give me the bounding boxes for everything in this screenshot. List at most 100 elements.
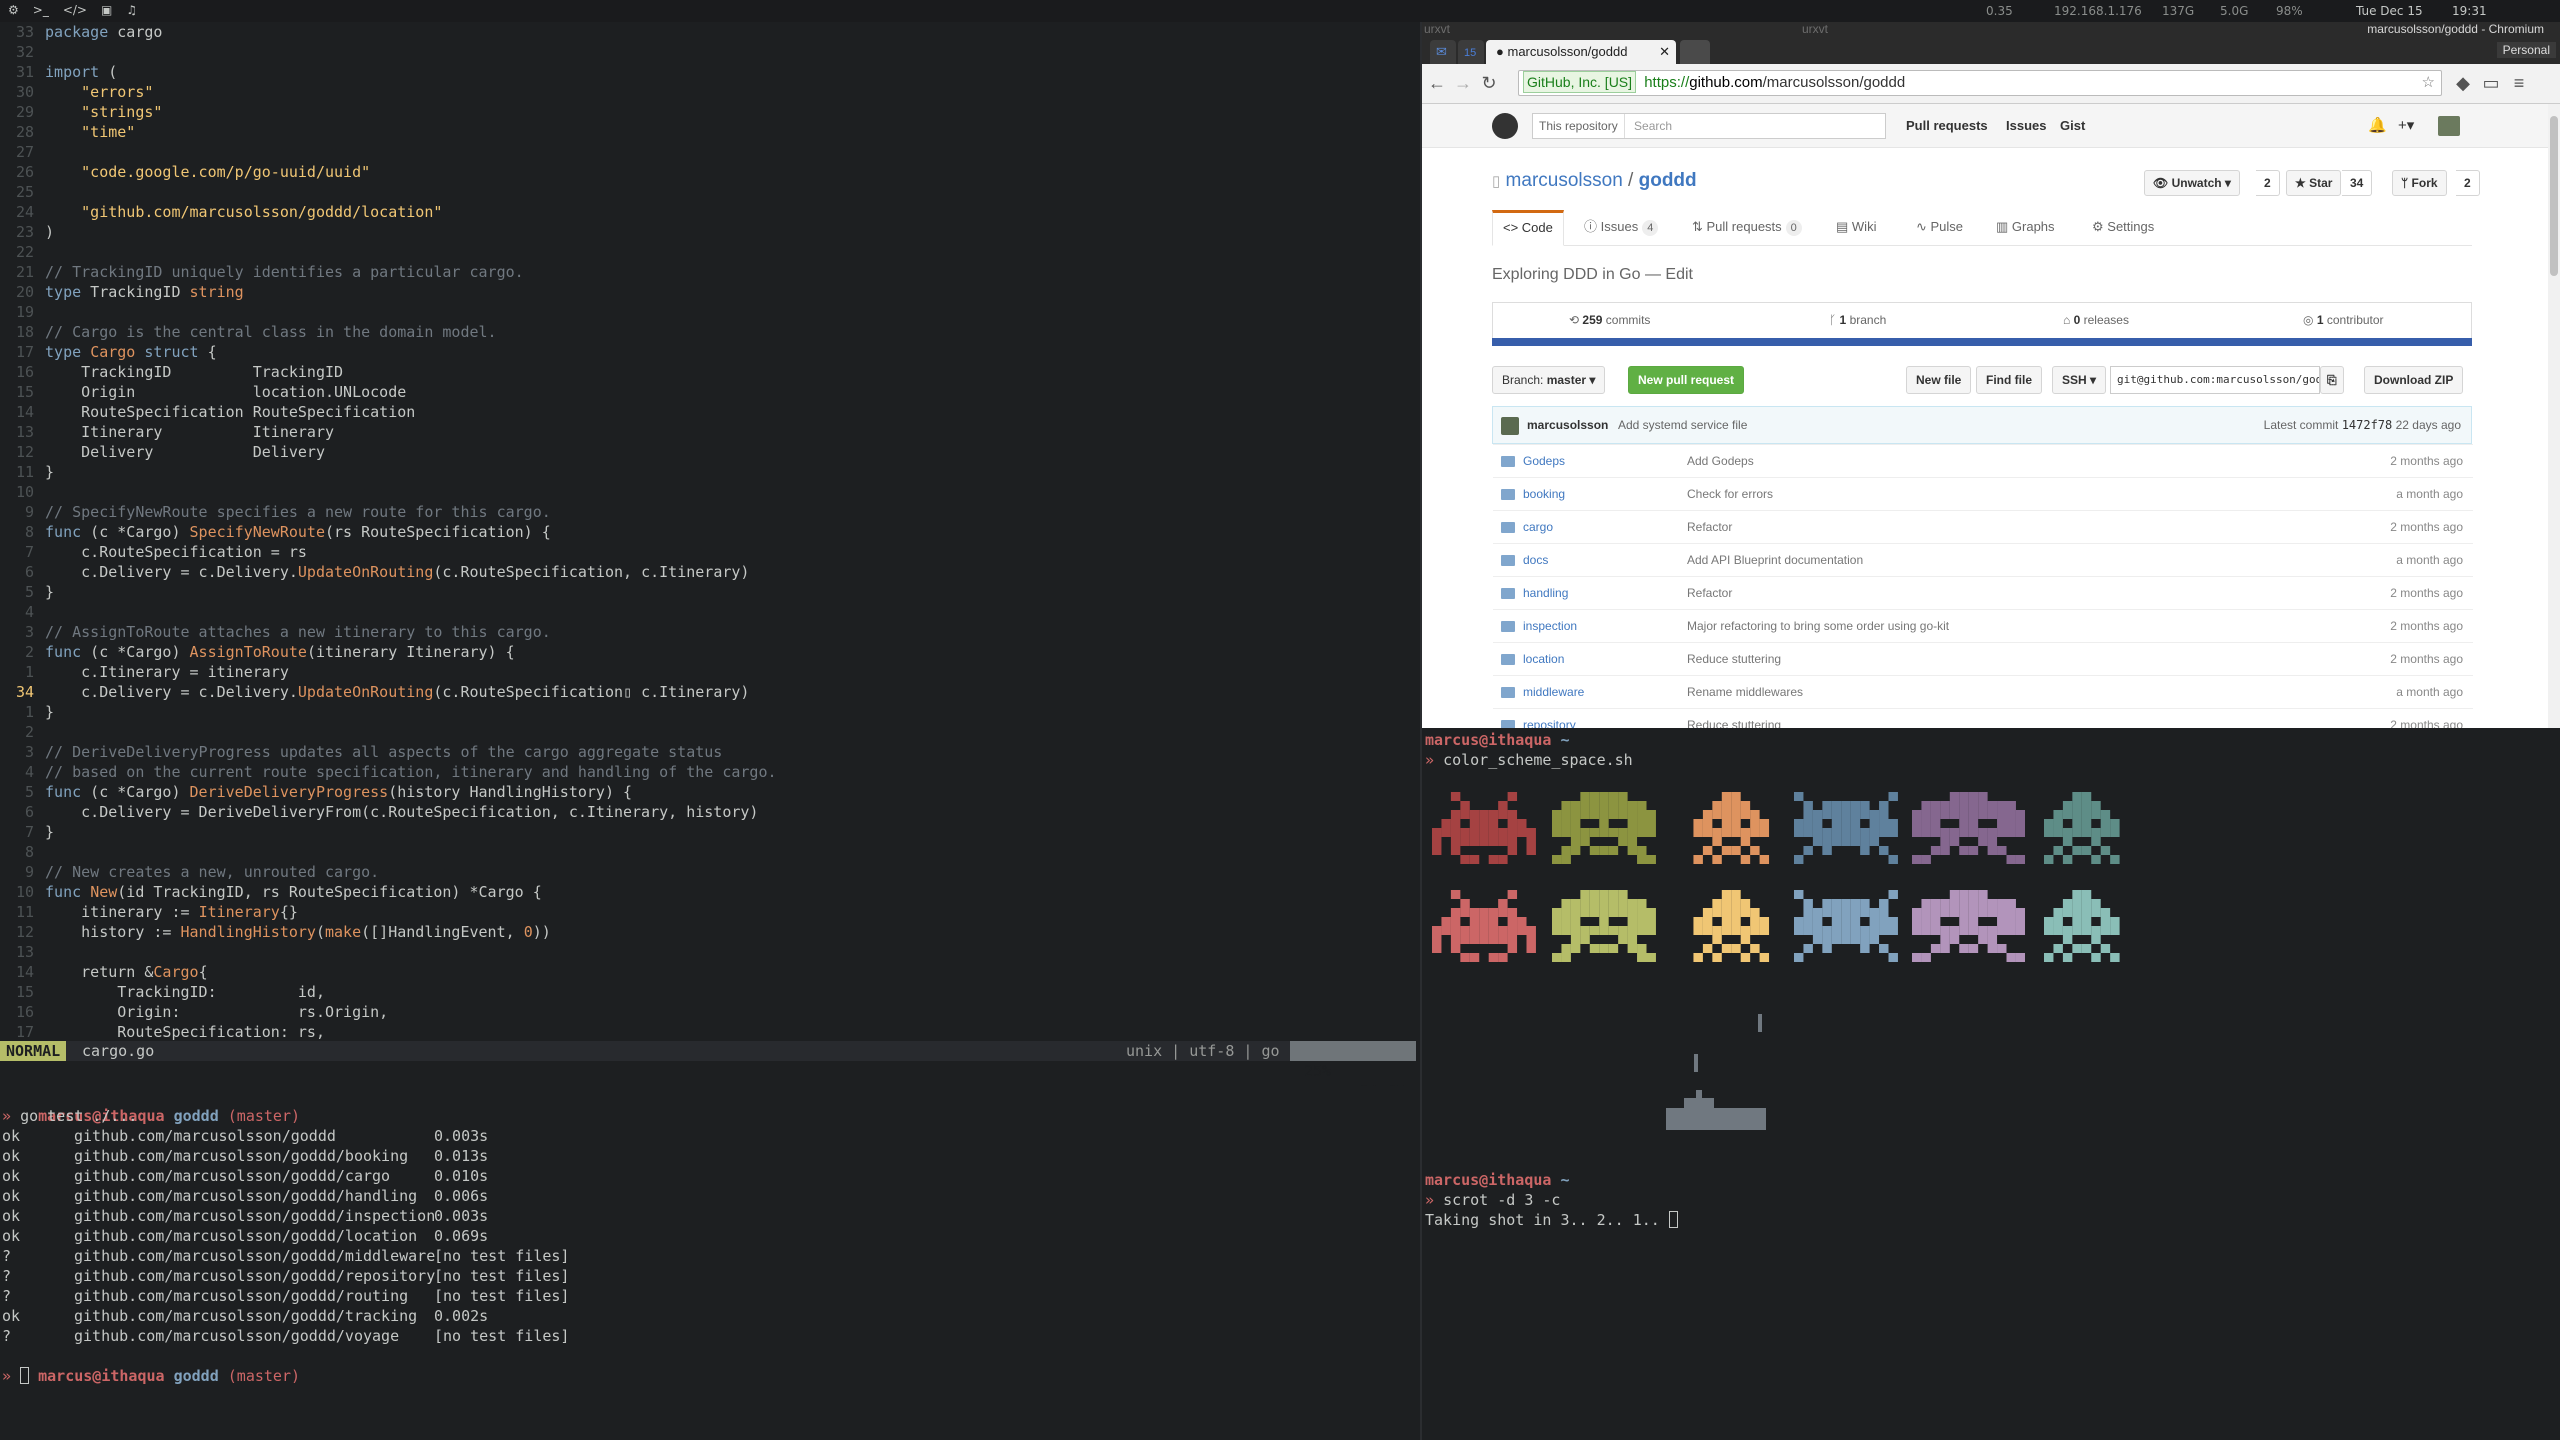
- tab-calendar[interactable]: 15: [1458, 40, 1484, 64]
- ev-certificate-badge[interactable]: GitHub, Inc. [US]: [1523, 71, 1637, 93]
- new-tab-button[interactable]: [1680, 40, 1710, 64]
- commits-link[interactable]: ⟲ 259 commits: [1569, 303, 1650, 339]
- repo-name-link[interactable]: goddd: [1639, 170, 1697, 191]
- code-line[interactable]: 15 Origin location.UNLocode: [0, 382, 406, 402]
- code-line[interactable]: 6 c.Delivery = DeriveDeliveryFrom(c.Rout…: [0, 802, 759, 822]
- commit-author[interactable]: marcusolsson: [1527, 407, 1608, 443]
- code-line[interactable]: 6 c.Delivery = c.Delivery.UpdateOnRoutin…: [0, 562, 749, 582]
- fork-count[interactable]: 2: [2456, 170, 2480, 196]
- file-commit-message[interactable]: Refactor: [1687, 511, 1732, 543]
- file-name-link[interactable]: docs: [1523, 544, 1548, 576]
- close-tab-icon[interactable]: ✕: [1659, 40, 1670, 64]
- code-line[interactable]: 22: [0, 242, 45, 262]
- code-line[interactable]: 10: [0, 482, 45, 502]
- cast-icon[interactable]: ▭: [2480, 72, 2502, 94]
- code-line[interactable]: 21 // TrackingID uniquely identifies a p…: [0, 262, 524, 282]
- code-line[interactable]: 13: [0, 942, 45, 962]
- page-scrollbar[interactable]: [2548, 104, 2560, 728]
- command-line[interactable]: »: [2, 1366, 30, 1386]
- tab-graphs[interactable]: ▥ Graphs: [1996, 210, 2055, 246]
- reload-icon[interactable]: ↻: [1478, 72, 1500, 94]
- workspace-code[interactable]: </>: [63, 3, 87, 17]
- file-name-link[interactable]: middleware: [1523, 676, 1584, 708]
- new-file-button[interactable]: New file: [1906, 366, 1972, 394]
- file-name-link[interactable]: location: [1523, 643, 1564, 675]
- code-line[interactable]: 18 // Cargo is the central class in the …: [0, 322, 497, 342]
- code-line[interactable]: 29 "strings": [0, 102, 163, 122]
- back-icon[interactable]: ←: [1426, 72, 1448, 94]
- code-line[interactable]: 1 c.Itinerary = itinerary: [0, 662, 289, 682]
- code-line[interactable]: 8: [0, 842, 45, 862]
- pocket-icon[interactable]: ◆: [2452, 72, 2474, 94]
- star-button[interactable]: ★ Star: [2286, 170, 2342, 196]
- code-line[interactable]: 27: [0, 142, 45, 162]
- file-row[interactable]: middleware Rename middlewares a month ago: [1493, 675, 2473, 708]
- terminal-go-test[interactable]: marcus@ithaqua goddd (master) » go test …: [0, 1086, 1420, 1440]
- find-file-button[interactable]: Find file: [1976, 366, 2042, 394]
- code-line[interactable]: 17 RouteSpecification: rs,: [0, 1022, 325, 1042]
- avatar[interactable]: [1501, 417, 1519, 435]
- tab-issues[interactable]: ⓘ Issues 4: [1584, 210, 1659, 246]
- code-line[interactable]: 25: [0, 182, 45, 202]
- new-pull-request-button[interactable]: New pull request: [1628, 366, 1745, 394]
- star-count[interactable]: 34: [2342, 170, 2373, 196]
- github-logo-icon[interactable]: [1492, 113, 1518, 139]
- file-name-link[interactable]: cargo: [1523, 511, 1553, 543]
- code-line[interactable]: 19: [0, 302, 45, 322]
- copy-clipboard-icon[interactable]: ⎘: [2320, 366, 2344, 394]
- tab-pulse[interactable]: ∿ Pulse: [1916, 210, 1963, 246]
- nav-gist[interactable]: Gist: [2060, 118, 2085, 133]
- address-bar[interactable]: GitHub, Inc. [US] https://github.com/mar…: [1518, 70, 2442, 96]
- code-line[interactable]: 33 package cargo: [0, 22, 163, 42]
- file-commit-message[interactable]: Major refactoring to bring some order us…: [1687, 610, 1949, 642]
- file-row[interactable]: handling Refactor 2 months ago: [1493, 576, 2473, 609]
- code-line[interactable]: 10 func New(id TrackingID, rs RouteSpeci…: [0, 882, 542, 902]
- code-line[interactable]: 9 // SpecifyNewRoute specifies a new rou…: [0, 502, 551, 522]
- code-line[interactable]: 16 TrackingID TrackingID: [0, 362, 343, 382]
- file-commit-message[interactable]: Reduce stuttering: [1687, 643, 1781, 675]
- workspace-terminal[interactable]: >_: [33, 3, 49, 17]
- file-commit-message[interactable]: Rename middlewares: [1687, 676, 1803, 708]
- file-row[interactable]: inspection Major refactoring to bring som…: [1493, 609, 2473, 642]
- code-line[interactable]: 17 type Cargo struct {: [0, 342, 217, 362]
- tab-inbox[interactable]: ✉: [1430, 40, 1456, 64]
- vim-editor[interactable]: 33 package cargo 32 31 import (30 "errors…: [0, 22, 1420, 1052]
- workspace-icon[interactable]: ⚙: [8, 3, 19, 17]
- code-line[interactable]: 12 Delivery Delivery: [0, 442, 325, 462]
- file-commit-message[interactable]: Add Godeps: [1687, 445, 1754, 477]
- code-line[interactable]: 2: [0, 722, 45, 742]
- code-line[interactable]: 13 Itinerary Itinerary: [0, 422, 334, 442]
- workspace-folder[interactable]: ▣: [101, 3, 112, 17]
- unwatch-button[interactable]: 👁 Unwatch ▾: [2144, 170, 2240, 196]
- code-line[interactable]: 12 history := HandlingHistory(make([]Han…: [0, 922, 551, 942]
- tab-pull-requests[interactable]: ⇅ Pull requests 0: [1692, 210, 1802, 246]
- code-line[interactable]: 4 // based on the current route specific…: [0, 762, 777, 782]
- repo-owner-link[interactable]: marcusolsson: [1506, 170, 1623, 191]
- code-line[interactable]: 28 "time": [0, 122, 135, 142]
- code-line[interactable]: 11 itinerary := Itinerary{}: [0, 902, 298, 922]
- code-line[interactable]: 30 "errors": [0, 82, 153, 102]
- file-name-link[interactable]: Godeps: [1523, 445, 1565, 477]
- file-name-link[interactable]: repository: [1523, 709, 1576, 728]
- code-line[interactable]: 5 }: [0, 582, 54, 602]
- language-bar[interactable]: [1492, 338, 2472, 346]
- commit-message[interactable]: Add systemd service file: [1618, 407, 1747, 443]
- file-row[interactable]: repository Reduce stuttering 2 months ago: [1493, 708, 2473, 728]
- code-line[interactable]: 34 c.Delivery = c.Delivery.UpdateOnRouti…: [0, 682, 750, 702]
- nav-issues[interactable]: Issues: [2006, 118, 2046, 133]
- code-line[interactable]: 23 ): [0, 222, 54, 242]
- file-name-link[interactable]: booking: [1523, 478, 1565, 510]
- code-line[interactable]: 3 // AssignToRoute attaches a new itiner…: [0, 622, 551, 642]
- code-line[interactable]: 2 func (c *Cargo) AssignToRoute(itinerar…: [0, 642, 515, 662]
- tab-code[interactable]: <> Code: [1492, 210, 1564, 246]
- download-zip-button[interactable]: Download ZIP: [2364, 366, 2464, 394]
- file-commit-message[interactable]: Check for errors: [1687, 478, 1773, 510]
- code-line[interactable]: 1 }: [0, 702, 54, 722]
- forward-icon[interactable]: →: [1452, 72, 1474, 94]
- code-line[interactable]: 16 Origin: rs.Origin,: [0, 1002, 388, 1022]
- file-name-link[interactable]: handling: [1523, 577, 1568, 609]
- code-line[interactable]: 9 // New creates a new, unrouted cargo.: [0, 862, 379, 882]
- code-line[interactable]: 3 // DeriveDeliveryProgress updates all …: [0, 742, 722, 762]
- code-line[interactable]: 11 }: [0, 462, 54, 482]
- clone-url-input[interactable]: git@github.com:marcusolsson/goddd.git: [2110, 366, 2320, 394]
